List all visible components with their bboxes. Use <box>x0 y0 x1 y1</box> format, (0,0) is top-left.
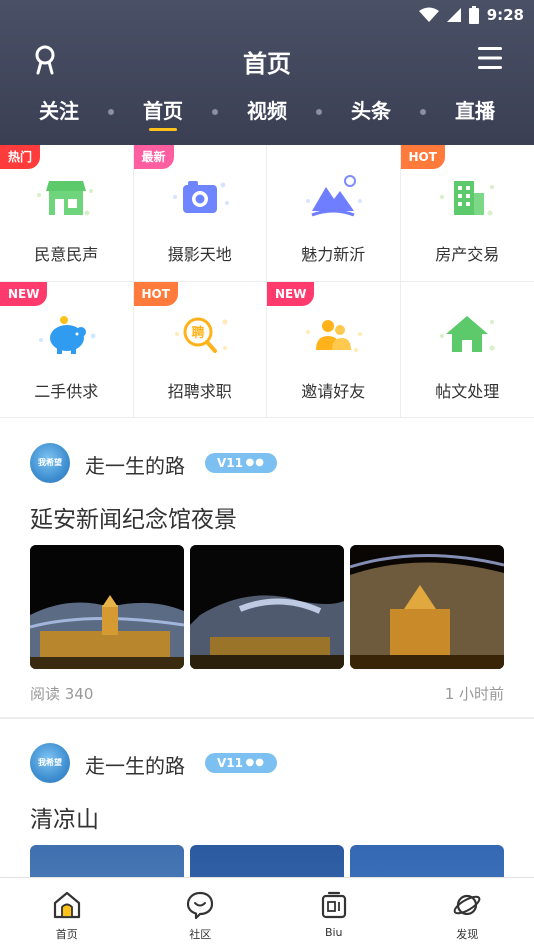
vip-badge: V11 ●● <box>205 453 277 473</box>
grid-item-photography[interactable]: 最新 摄影天地 <box>133 145 267 282</box>
tab-separator <box>108 109 114 115</box>
signal-icon <box>446 8 461 22</box>
post-image[interactable] <box>190 845 344 877</box>
menu-icon[interactable] <box>476 44 504 72</box>
grid-item-post-processing[interactable]: 帖文处理 <box>400 282 534 418</box>
hot-badge: HOT <box>400 145 445 169</box>
job-search-icon: 聘 <box>174 317 228 353</box>
piggy-bank-icon <box>39 316 96 354</box>
grid-item-public-opinion[interactable]: 热门 民意民声 <box>0 145 134 282</box>
biu-icon <box>321 891 346 919</box>
tab-bar: 关注 首页 视频 头条 直播 <box>0 95 534 135</box>
tab-video[interactable]: 视频 <box>243 95 291 131</box>
header: 9:28 首页 关注 首页 视频 头条 直播 <box>0 0 534 145</box>
read-count: 阅读 340 <box>30 685 94 703</box>
home-icon <box>53 891 80 919</box>
nav-label: Biu <box>324 926 343 939</box>
battery-icon <box>468 6 479 24</box>
post-time: 1 小时前 <box>444 685 504 703</box>
vip-dots-icon: ●● <box>245 757 265 768</box>
nav-item-biu[interactable]: Biu <box>267 878 401 949</box>
grid-item-real-estate[interactable]: HOT 房产交易 <box>400 145 534 282</box>
tab-headlines[interactable]: 头条 <box>347 95 395 131</box>
avatar[interactable]: 我希望 <box>30 443 70 483</box>
feed-post[interactable]: 我希望 走一生的路 V11 ●● 清凉山 <box>0 719 534 877</box>
grid-item-label: 魅力新沂 <box>301 245 366 264</box>
grid-item-jobs[interactable]: HOT 聘 招聘求职 <box>133 282 267 418</box>
nav-label: 社区 <box>189 928 212 941</box>
post-image[interactable] <box>350 545 504 669</box>
new-badge: 最新 <box>133 145 174 169</box>
tab-follow[interactable]: 关注 <box>35 95 83 131</box>
nav-item-home[interactable]: 首页 <box>0 878 134 949</box>
post-title[interactable]: 延安新闻纪念馆夜景 <box>30 500 237 534</box>
camera-icon <box>172 181 229 213</box>
status-time: 9:28 <box>486 6 524 24</box>
hot-badge: 热门 <box>0 145 41 169</box>
feature-grid: 热门 民意民声 最新 摄影天地 魅力新沂 HOT 房产交易 NEW 二手供求 H… <box>0 145 534 418</box>
svg-text:聘: 聘 <box>191 325 204 341</box>
avatar-text: 我希望 <box>38 458 62 467</box>
post-images <box>30 845 504 877</box>
tab-home[interactable]: 首页 <box>139 95 187 131</box>
status-bar: 9:28 <box>418 4 524 26</box>
grid-item-label: 招聘求职 <box>167 382 232 401</box>
store-icon <box>37 181 94 216</box>
post-image[interactable] <box>350 845 504 877</box>
nav-item-discover[interactable]: 发现 <box>401 878 534 949</box>
grid-item-label: 房产交易 <box>435 245 500 264</box>
new-badge: NEW <box>0 282 48 306</box>
nav-label: 发现 <box>456 928 479 941</box>
grid-item-charm-xinyi[interactable]: 魅力新沂 <box>267 145 401 282</box>
post-images <box>30 545 504 669</box>
grid-item-label: 民意民声 <box>34 245 99 264</box>
grid-item-second-hand[interactable]: NEW 二手供求 <box>0 282 134 418</box>
building-icon <box>440 181 495 216</box>
username[interactable]: 走一生的路 <box>85 450 185 479</box>
title-bar: 首页 <box>0 38 534 80</box>
post-meta: 阅读 340 1 小时前 <box>30 683 504 704</box>
planet-icon <box>453 894 481 916</box>
nav-label: 首页 <box>55 928 78 941</box>
home-icon <box>440 316 495 352</box>
post-image[interactable] <box>30 845 184 877</box>
grid-item-label: 摄影天地 <box>167 245 232 264</box>
mountain-icon <box>306 175 363 217</box>
grid-item-label: 二手供求 <box>34 382 99 401</box>
tab-live[interactable]: 直播 <box>451 95 499 131</box>
vip-level: V11 <box>217 756 243 770</box>
vip-badge: V11 ●● <box>205 753 277 773</box>
tab-separator <box>420 109 426 115</box>
avatar[interactable]: 我希望 <box>30 743 70 783</box>
tab-separator <box>316 109 322 115</box>
tab-separator <box>212 109 218 115</box>
vip-dots-icon: ●● <box>245 457 265 468</box>
post-image[interactable] <box>30 545 184 669</box>
chat-bubble-icon <box>187 891 214 920</box>
vip-level: V11 <box>217 456 243 470</box>
invite-friends-icon <box>306 320 363 352</box>
nav-item-community[interactable]: 社区 <box>134 878 268 949</box>
feed-post[interactable]: 我希望 走一生的路 V11 ●● 延安新闻纪念馆夜景 阅读 340 1 小时前 <box>0 419 534 717</box>
wifi-icon <box>418 7 439 22</box>
grid-item-invite-friends[interactable]: NEW 邀请好友 <box>267 282 401 418</box>
post-title[interactable]: 清凉山 <box>30 800 99 834</box>
avatar-text: 我希望 <box>38 758 62 767</box>
new-badge: NEW <box>267 282 315 306</box>
bottom-nav: 首页 社区 Biu 发现 <box>0 877 534 949</box>
page-title: 首页 <box>243 50 291 78</box>
username[interactable]: 走一生的路 <box>85 750 185 779</box>
grid-item-label: 帖文处理 <box>435 382 500 401</box>
hot-badge: HOT <box>133 282 178 306</box>
grid-item-label: 邀请好友 <box>301 382 366 401</box>
post-image[interactable] <box>190 545 344 669</box>
